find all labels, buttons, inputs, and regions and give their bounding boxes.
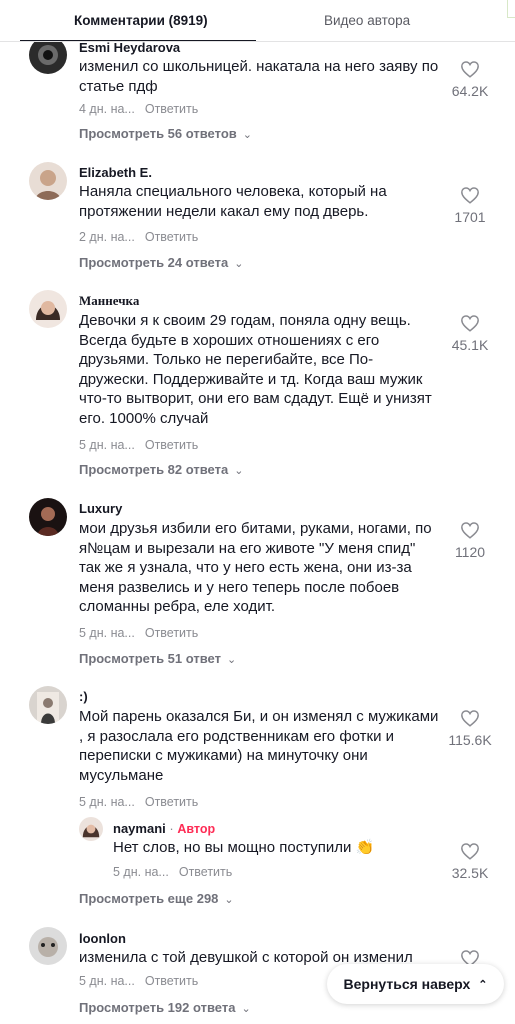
- corner-frame: [507, 0, 515, 18]
- reply-button[interactable]: Ответить: [145, 438, 198, 452]
- heart-outline-icon: [461, 61, 479, 78]
- avatar[interactable]: [29, 686, 67, 724]
- comment-text: мои друзья избили его битами, руками, но…: [79, 520, 432, 616]
- reply-button[interactable]: Ответить: [145, 626, 198, 640]
- like-button[interactable]: 115.6K: [440, 709, 500, 748]
- comment-username[interactable]: Elizabeth E.: [79, 165, 152, 180]
- comment-time: 5 дн. на...: [79, 626, 135, 640]
- reply-meta: 5 дн. на... Ответить: [113, 865, 232, 879]
- reply-text: Нет слов, но вы мощно поступили 👏: [113, 839, 375, 856]
- comments-header: Комментарии (8919) Видео автора: [0, 0, 515, 42]
- like-button[interactable]: 45.1K: [440, 314, 500, 353]
- view-replies-button[interactable]: Просмотреть 51 ответ ⌄: [79, 651, 236, 666]
- avatar[interactable]: [29, 927, 67, 965]
- comment-text: Девочки я к своим 29 годам, поняла одну …: [79, 312, 432, 427]
- heart-outline-icon: [461, 522, 479, 539]
- avatar[interactable]: [29, 498, 67, 536]
- separator: ·: [169, 821, 174, 836]
- like-count: 115.6K: [448, 732, 492, 748]
- comment-time: 5 дн. на...: [79, 438, 135, 452]
- like-count: 64.2K: [451, 83, 489, 99]
- comment-meta: 5 дн. на... Ответить: [79, 626, 198, 640]
- avatar[interactable]: [79, 817, 103, 841]
- heart-outline-icon: [461, 315, 479, 332]
- like-count: 1701: [454, 209, 486, 225]
- view-replies-button[interactable]: Просмотреть 192 ответа ⌄: [79, 1000, 251, 1015]
- chevron-down-icon: ⌄: [242, 129, 252, 141]
- reply-button[interactable]: Ответить: [145, 974, 198, 988]
- view-replies-button[interactable]: Просмотреть 56 ответов ⌄: [79, 126, 252, 141]
- like-count: 32.5K: [451, 865, 489, 881]
- comment-meta: 5 дн. на... Ответить: [79, 795, 198, 809]
- comment-time: 5 дн. на...: [79, 974, 135, 988]
- comment-text: Мой парень оказался Би, и он изменял с м…: [79, 708, 439, 784]
- reply-button[interactable]: Ответить: [145, 102, 198, 116]
- heart-outline-icon: [461, 843, 479, 860]
- back-to-top-label: Вернуться наверх: [343, 976, 471, 992]
- comment-time: 4 дн. на...: [79, 102, 135, 116]
- avatar[interactable]: [29, 290, 67, 328]
- header-divider: [0, 41, 515, 42]
- chevron-down-icon: ⌄: [234, 258, 244, 270]
- chevron-down-icon: ⌄: [226, 654, 237, 666]
- reply-username[interactable]: naymani: [113, 821, 166, 836]
- comment-meta: 4 дн. на... Ответить: [79, 102, 198, 116]
- view-replies-label: Просмотреть 51 ответ: [79, 651, 221, 666]
- comment-time: 2 дн. на...: [79, 230, 135, 244]
- view-more-replies-button[interactable]: Просмотреть еще 298 ⌄: [79, 891, 234, 906]
- view-replies-label: Просмотреть еще 298: [79, 891, 219, 906]
- chevron-down-icon: ⌄: [234, 465, 244, 477]
- back-to-top-button[interactable]: Вернуться наверх ⌃: [327, 964, 504, 1004]
- like-button[interactable]: 1120: [440, 521, 500, 560]
- comment-meta: 5 дн. на... Ответить: [79, 974, 198, 988]
- comment-meta: 2 дн. на... Ответить: [79, 230, 198, 244]
- author-badge: Автор: [177, 822, 216, 836]
- comment-meta: 5 дн. на... Ответить: [79, 438, 198, 452]
- reply-button[interactable]: Ответить: [179, 865, 232, 879]
- reply-time: 5 дн. на...: [113, 865, 169, 879]
- view-replies-button[interactable]: Просмотреть 82 ответа ⌄: [79, 462, 243, 477]
- reply-button[interactable]: Ответить: [145, 230, 198, 244]
- reply-username-line: naymani · Автор: [113, 821, 215, 836]
- comment-username[interactable]: :): [79, 689, 88, 704]
- heart-outline-icon: [461, 187, 479, 204]
- avatar[interactable]: [29, 162, 67, 200]
- comment-text: изменил со школьницей. накатала на него …: [79, 58, 439, 95]
- comment-username[interactable]: loonlon: [79, 931, 126, 946]
- chevron-down-icon: ⌄: [241, 1003, 251, 1015]
- reply-button[interactable]: Ответить: [145, 795, 198, 809]
- view-replies-button[interactable]: Просмотреть 24 ответа ⌄: [79, 255, 243, 270]
- comment-text: Наняла специального человека, который на…: [79, 183, 387, 220]
- like-button[interactable]: 1701: [440, 186, 500, 225]
- double-chevron-up-icon: ⌃: [478, 978, 488, 991]
- view-replies-label: Просмотреть 82 ответа: [79, 462, 229, 477]
- tab-author-videos[interactable]: Видео автора: [324, 13, 410, 28]
- heart-outline-icon: [461, 710, 479, 727]
- comment-time: 5 дн. на...: [79, 795, 135, 809]
- like-button[interactable]: 64.2K: [440, 60, 500, 99]
- view-replies-label: Просмотреть 56 ответов: [79, 126, 237, 141]
- comment-username[interactable]: Esmi Heydarova: [79, 40, 180, 55]
- chevron-down-icon: ⌄: [224, 894, 234, 906]
- tab-comments[interactable]: Комментарии (8919): [74, 13, 208, 28]
- view-replies-label: Просмотреть 24 ответа: [79, 255, 229, 270]
- comment-username[interactable]: Маннечка: [79, 293, 139, 309]
- like-count: 1120: [454, 544, 486, 560]
- like-count: 45.1K: [451, 337, 489, 353]
- view-replies-label: Просмотреть 192 ответа: [79, 1000, 236, 1015]
- comment-username[interactable]: Luxury: [79, 501, 122, 516]
- like-button[interactable]: 32.5K: [440, 842, 500, 881]
